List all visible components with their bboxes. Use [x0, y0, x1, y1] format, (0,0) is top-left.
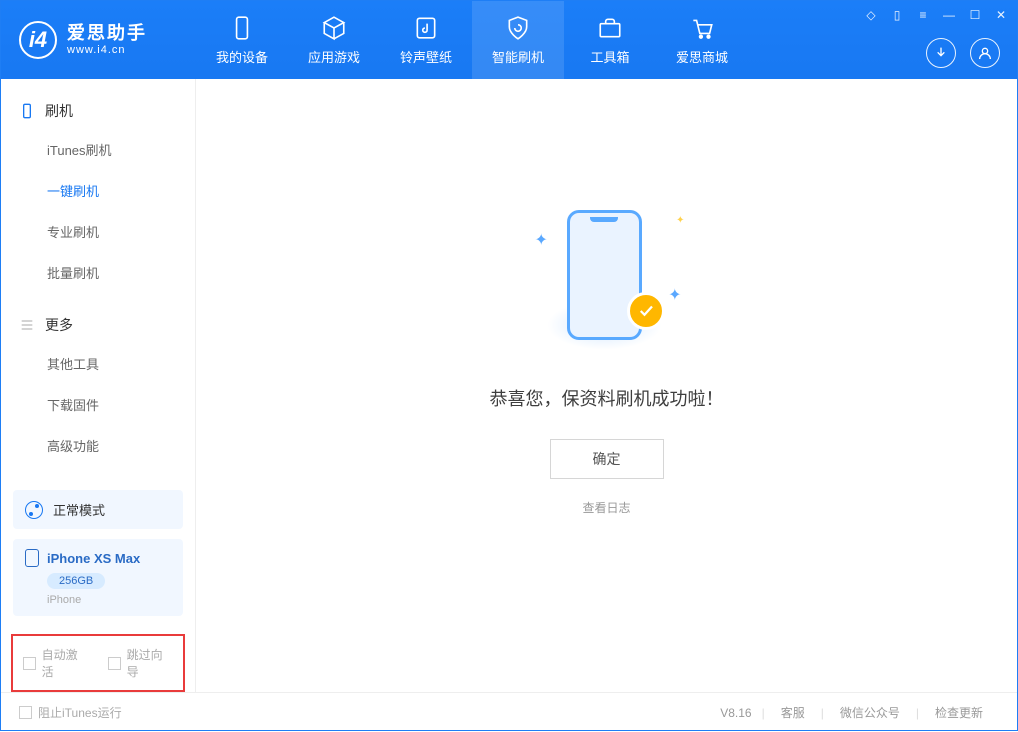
- device-name: iPhone XS Max: [47, 551, 140, 566]
- device-capacity: 256GB: [47, 573, 105, 589]
- tab-label: 我的设备: [216, 47, 268, 66]
- shirt-icon[interactable]: ◇: [864, 8, 878, 22]
- sidebar-item-download-firmware[interactable]: 下载固件: [1, 384, 195, 425]
- sparkle-icon: ✦: [668, 285, 681, 305]
- device-subtitle: iPhone: [47, 594, 171, 606]
- block-itunes-label: 阻止iTunes运行: [38, 704, 122, 721]
- app-name: 爱思助手: [67, 24, 147, 44]
- tab-store[interactable]: 爱思商城: [656, 1, 748, 79]
- section-title: 刷机: [45, 101, 73, 121]
- download-button[interactable]: [926, 38, 956, 68]
- sidebar-item-other-tools[interactable]: 其他工具: [1, 343, 195, 384]
- success-message: 恭喜您，保资料刷机成功啦！: [490, 385, 724, 411]
- toolbox-icon: [597, 15, 623, 41]
- sidebar: 刷机 iTunes刷机 一键刷机 专业刷机 批量刷机 更多 其他工具 下载固件 …: [1, 79, 196, 692]
- sidebar-item-oneclick-flash[interactable]: 一键刷机: [1, 170, 195, 211]
- phone-icon: [25, 549, 39, 567]
- tab-label: 爱思商城: [676, 47, 728, 66]
- tab-my-device[interactable]: 我的设备: [196, 1, 288, 79]
- sidebar-section-more: 更多: [1, 315, 195, 343]
- mode-label: 正常模式: [53, 500, 105, 519]
- options-highlight: 自动激活 跳过向导: [11, 634, 185, 692]
- checkbox-block-itunes[interactable]: [19, 706, 32, 719]
- check-badge-icon: [627, 292, 665, 330]
- checkbox-skip-guide[interactable]: [108, 657, 121, 670]
- view-log-link[interactable]: 查看日志: [582, 499, 630, 516]
- minimize-button[interactable]: —: [942, 8, 956, 22]
- sidebar-section-flash: 刷机: [1, 101, 195, 129]
- tab-label: 智能刷机: [492, 47, 544, 66]
- tab-ringtones[interactable]: 铃声壁纸: [380, 1, 472, 79]
- tab-label: 铃声壁纸: [400, 47, 452, 66]
- tab-label: 工具箱: [590, 47, 629, 66]
- device-icon: [229, 15, 255, 41]
- tab-smart-flash[interactable]: 智能刷机: [472, 1, 564, 79]
- main-content: ✦ ✦ ✦ 恭喜您，保资料刷机成功啦！ 确定 查看日志: [196, 79, 1017, 692]
- auto-activate-label: 自动激活: [42, 646, 88, 680]
- app-url: www.i4.cn: [67, 44, 147, 56]
- version-label: V8.16: [720, 706, 751, 720]
- section-title: 更多: [45, 315, 73, 335]
- device-card[interactable]: iPhone XS Max 256GB iPhone: [13, 539, 183, 616]
- user-button[interactable]: [970, 38, 1000, 68]
- cube-icon: [321, 15, 347, 41]
- tab-toolbox[interactable]: 工具箱: [564, 1, 656, 79]
- skip-guide-label: 跳过向导: [127, 646, 173, 680]
- sidebar-item-advanced[interactable]: 高级功能: [1, 425, 195, 466]
- sparkle-icon: ✦: [676, 215, 684, 226]
- mode-icon: [25, 501, 43, 519]
- footer-link-wechat[interactable]: 微信公众号: [824, 704, 916, 721]
- sidebar-item-itunes-flash[interactable]: iTunes刷机: [1, 129, 195, 170]
- phone-mini-icon[interactable]: ▯: [890, 8, 904, 22]
- footer-link-support[interactable]: 客服: [765, 704, 821, 721]
- close-button[interactable]: ✕: [994, 8, 1008, 22]
- ok-button[interactable]: 确定: [550, 439, 664, 479]
- tab-label: 应用游戏: [308, 47, 360, 66]
- tab-apps-games[interactable]: 应用游戏: [288, 1, 380, 79]
- music-icon: [413, 15, 439, 41]
- menu-icon[interactable]: ≡: [916, 8, 930, 22]
- mode-card[interactable]: 正常模式: [13, 490, 183, 529]
- shield-refresh-icon: [505, 15, 531, 41]
- device-small-icon: [19, 103, 35, 119]
- list-icon: [19, 317, 35, 333]
- app-logo: i4 爱思助手 www.i4.cn: [1, 21, 196, 59]
- sidebar-item-batch-flash[interactable]: 批量刷机: [1, 252, 195, 293]
- checkbox-auto-activate[interactable]: [23, 657, 36, 670]
- cart-icon: [689, 15, 715, 41]
- sidebar-item-pro-flash[interactable]: 专业刷机: [1, 211, 195, 252]
- sparkle-icon: ✦: [535, 230, 548, 250]
- maximize-button[interactable]: ☐: [968, 8, 982, 22]
- success-graphic: ✦ ✦ ✦: [527, 195, 687, 355]
- footer-link-update[interactable]: 检查更新: [919, 704, 999, 721]
